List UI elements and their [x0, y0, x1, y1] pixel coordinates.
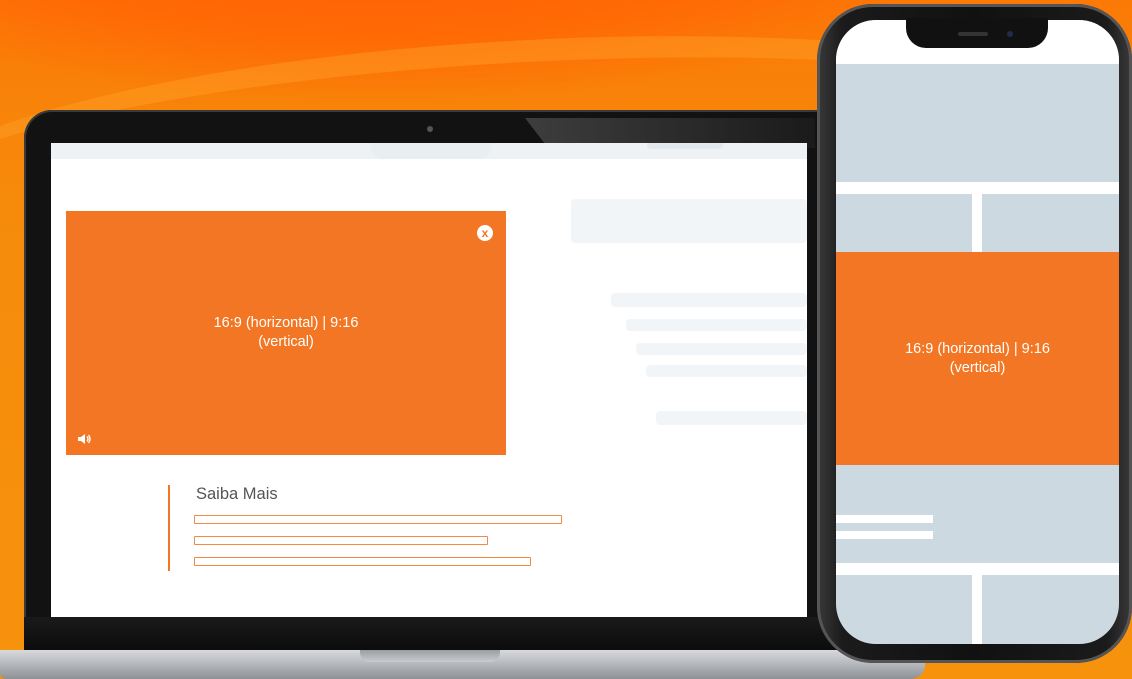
phone-screen: 16:9 (horizontal) | 9:16 (vertical) — [836, 20, 1119, 644]
phone-speaker — [958, 32, 988, 36]
text-placeholder-line — [194, 557, 531, 566]
site-ghost-line — [626, 319, 807, 331]
learn-more-title[interactable]: Saiba Mais — [196, 485, 278, 504]
close-icon[interactable]: x — [477, 225, 493, 241]
phone-divider — [972, 194, 982, 252]
laptop-screen: 16:9 (horizontal) | 9:16 (vertical) x Sa… — [51, 143, 807, 617]
text-placeholder-line — [194, 536, 488, 545]
site-logo — [371, 143, 491, 159]
laptop-camera — [427, 126, 433, 132]
site-ghost-line — [656, 411, 807, 425]
phone-divider — [972, 575, 982, 644]
text-placeholder-line — [194, 515, 562, 524]
phone-divider — [836, 182, 1119, 194]
site-ghost-line — [646, 365, 807, 377]
site-ghost-line — [611, 293, 807, 307]
phone-text-line — [836, 531, 933, 539]
volume-icon[interactable] — [78, 433, 92, 445]
ad-format-caption-mobile: 16:9 (horizontal) | 9:16 (vertical) — [905, 340, 1050, 376]
site-ghost-line — [636, 343, 807, 355]
phone-text-line — [836, 515, 933, 523]
video-ad-desktop[interactable]: 16:9 (horizontal) | 9:16 (vertical) x — [66, 211, 506, 455]
site-ghost-block — [571, 199, 807, 243]
ad-format-caption: 16:9 (horizontal) | 9:16 (vertical) — [213, 315, 359, 350]
phone-camera — [1007, 31, 1013, 37]
phone-divider — [836, 563, 1119, 575]
video-ad-mobile[interactable]: 16:9 (horizontal) | 9:16 (vertical) — [836, 252, 1119, 465]
site-header-button — [647, 143, 723, 149]
laptop-opening-notch — [360, 650, 500, 662]
learn-more-section: Saiba Mais — [168, 485, 590, 571]
